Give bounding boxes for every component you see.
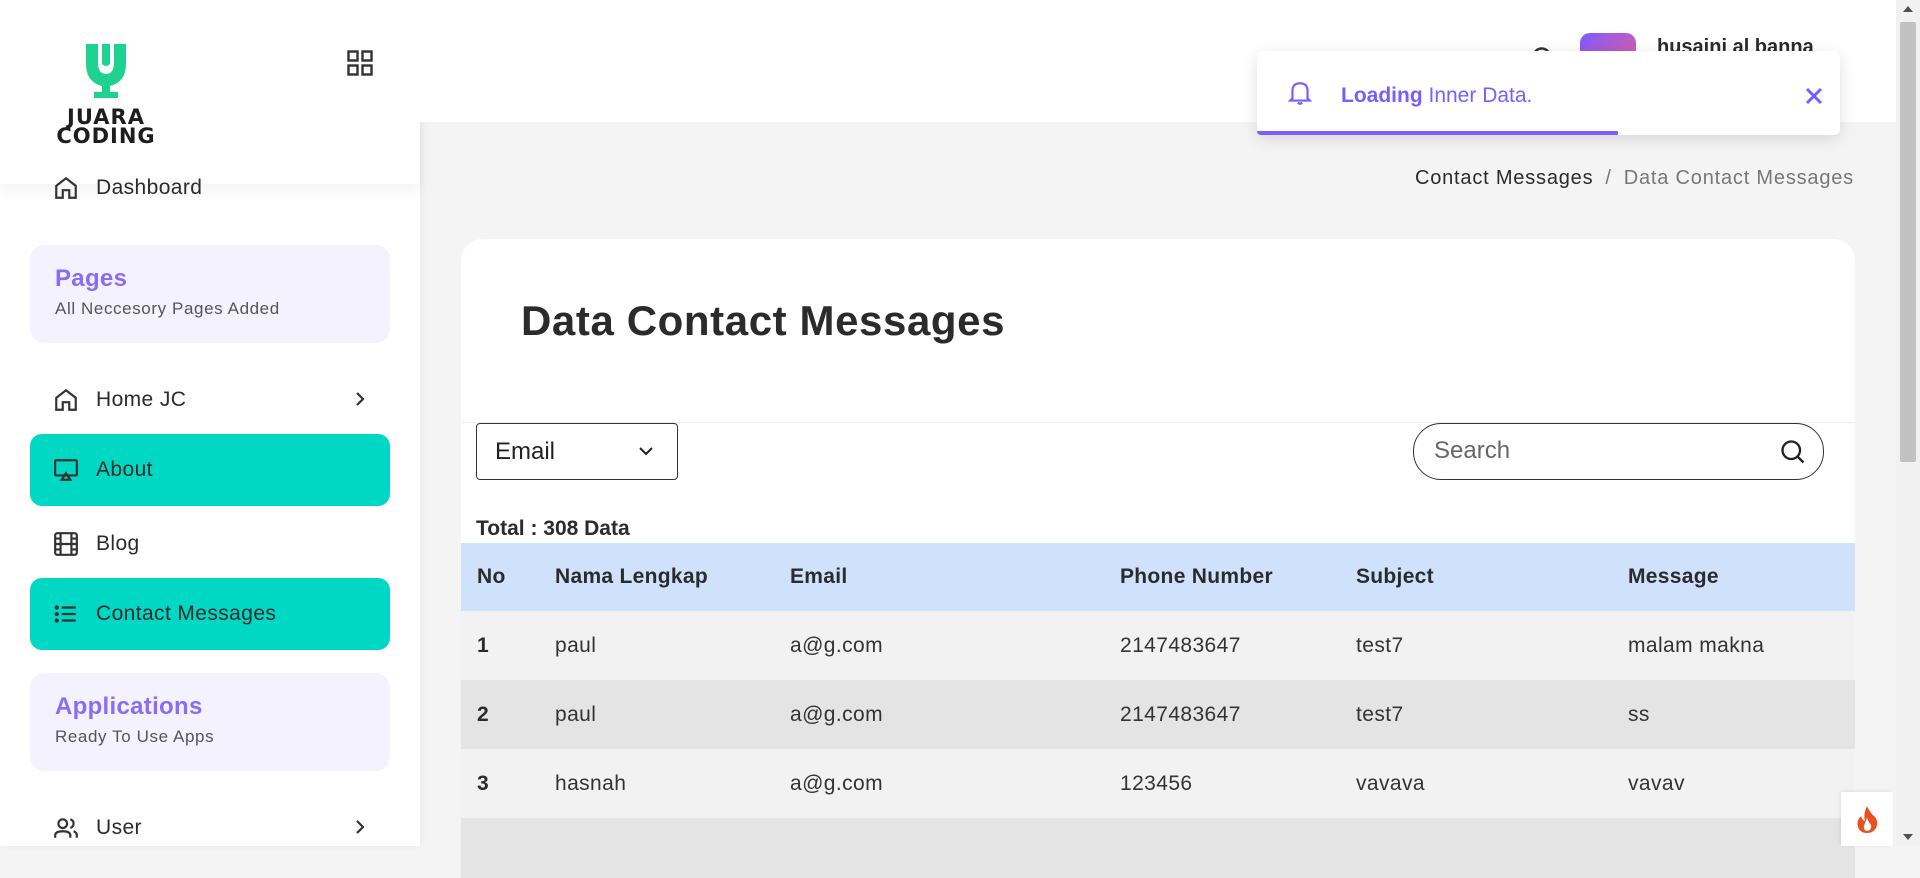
- table-row[interactable]: [461, 818, 1855, 878]
- cell-phone-number: 2147483647: [1104, 680, 1340, 749]
- sidebar-item-label: Contact Messages: [96, 602, 277, 625]
- search-icon[interactable]: [1779, 438, 1807, 466]
- toast-message-text: Inner Data.: [1422, 84, 1533, 107]
- breadcrumb-parent[interactable]: Contact Messages: [1415, 167, 1593, 189]
- column-header-no[interactable]: No: [461, 543, 539, 611]
- toast-progress-bar: [1257, 131, 1619, 135]
- column-header-nama-lengkap[interactable]: Nama Lengkap: [539, 543, 774, 611]
- cell-email: a@g.com: [774, 749, 1104, 818]
- filter-selected-value: Email: [495, 437, 556, 465]
- chevron-down-icon: [639, 447, 653, 456]
- filter-select[interactable]: Email: [476, 423, 678, 480]
- scroll-up-arrow-icon[interactable]: [1903, 6, 1913, 12]
- sidebar-item-label: Blog: [96, 532, 140, 555]
- section-title: Applications: [55, 693, 203, 720]
- logo-text: JUARA CODING: [50, 107, 162, 148]
- column-header-email[interactable]: Email: [774, 543, 1104, 611]
- shield-logo-icon: [86, 44, 126, 98]
- sidebar-item-label: Dashboard: [96, 176, 203, 199]
- sidebar-item-blog[interactable]: Blog: [30, 508, 390, 580]
- column-header-subject[interactable]: Subject: [1340, 543, 1612, 611]
- loading-toast: Loading Inner Data.: [1257, 51, 1840, 135]
- sidebar-item-label: About: [96, 458, 153, 481]
- cell-no: 3: [461, 749, 539, 818]
- cell-email: a@g.com: [774, 611, 1104, 680]
- toast-message-bold: Loading: [1341, 84, 1423, 107]
- table-row-partial: [461, 818, 1855, 878]
- cell-nama-lengkap: paul: [539, 680, 774, 749]
- cell-subject: test7: [1340, 680, 1612, 749]
- scrollbar-thumb[interactable]: [1900, 22, 1916, 462]
- cell-message: vavav: [1612, 749, 1855, 818]
- cell-subject: vavava: [1340, 749, 1612, 818]
- sidebar-item-label: User: [96, 816, 142, 839]
- table-row[interactable]: 3 hasnah a@g.com 123456 vavava vavav: [461, 749, 1855, 818]
- cell-message: malam makna: [1612, 611, 1855, 680]
- grid-menu-icon[interactable]: [347, 50, 373, 76]
- logo-text-line2: CODING: [56, 124, 156, 148]
- film-icon: [52, 530, 80, 558]
- home-icon: [52, 174, 80, 202]
- cell-email: a@g.com: [774, 680, 1104, 749]
- page-scrollbar[interactable]: [1896, 0, 1920, 846]
- sidebar-item-dashboard[interactable]: Dashboard: [30, 152, 390, 224]
- pages-section: Pages All Neccesory Pages Added: [30, 245, 390, 343]
- close-icon[interactable]: [1805, 87, 1823, 105]
- sidebar-item-contact-messages[interactable]: Contact Messages: [30, 578, 390, 650]
- section-subtitle: All Neccesory Pages Added: [55, 299, 280, 318]
- sidebar-header: JUARA CODING Dashboard: [0, 0, 420, 199]
- content-card: Data Contact Messages Email Total : 308 …: [461, 239, 1855, 878]
- cell-nama-lengkap: paul: [539, 611, 774, 680]
- flame-icon: [1857, 806, 1878, 833]
- table-row[interactable]: 2 paul a@g.com 2147483647 test7 ss: [461, 680, 1855, 749]
- list-icon: [52, 600, 80, 628]
- cell-nama-lengkap: hasnah: [539, 749, 774, 818]
- total-count: Total : 308 Data: [476, 517, 630, 540]
- chevron-right-icon: [356, 392, 365, 406]
- cell-phone-number: 123456: [1104, 749, 1340, 818]
- column-header-message[interactable]: Message: [1612, 543, 1855, 611]
- bell-icon: [1287, 82, 1313, 105]
- sidebar-item-about[interactable]: About: [30, 434, 390, 506]
- sidebar-item-label: Home JC: [96, 388, 187, 411]
- cell-subject: test7: [1340, 611, 1612, 680]
- page-title: Data Contact Messages: [521, 297, 1006, 344]
- column-header-phone-number[interactable]: Phone Number: [1104, 543, 1340, 611]
- breadcrumb-separator: /: [1605, 167, 1612, 189]
- search-box[interactable]: [1413, 423, 1824, 480]
- users-icon: [52, 814, 80, 842]
- applications-section: Applications Ready To Use Apps: [30, 673, 390, 771]
- section-subtitle: Ready To Use Apps: [55, 727, 215, 746]
- cell-message: ss: [1612, 680, 1855, 749]
- sidebar: JUARA CODING Dashboard Pages All Necceso…: [0, 0, 420, 846]
- cell-phone-number: 2147483647: [1104, 611, 1340, 680]
- toast-message: Loading Inner Data.: [1341, 84, 1532, 108]
- airplay-icon: [52, 456, 80, 484]
- sidebar-item-user[interactable]: User: [30, 792, 390, 864]
- juara-coding-logo[interactable]: JUARA CODING: [50, 40, 162, 148]
- sidebar-item-home-jc[interactable]: Home JC: [30, 364, 390, 436]
- table-row[interactable]: 1 paul a@g.com 2147483647 test7 malam ma…: [461, 611, 1855, 680]
- contact-messages-table: No Nama Lengkap Email Phone Number Subje…: [461, 543, 1855, 878]
- breadcrumb: Contact Messages / Data Contact Messages: [1415, 167, 1854, 190]
- table-header-row: No Nama Lengkap Email Phone Number Subje…: [461, 543, 1855, 611]
- debug-toolbar-toggle[interactable]: [1841, 792, 1893, 846]
- section-title: Pages: [55, 265, 128, 292]
- search-input[interactable]: [1432, 434, 1762, 468]
- chevron-right-icon: [356, 820, 365, 834]
- scroll-down-arrow-icon[interactable]: [1903, 834, 1913, 840]
- home-icon: [52, 386, 80, 414]
- breadcrumb-current: Data Contact Messages: [1623, 167, 1854, 189]
- cell-no: 1: [461, 611, 539, 680]
- cell-no: 2: [461, 680, 539, 749]
